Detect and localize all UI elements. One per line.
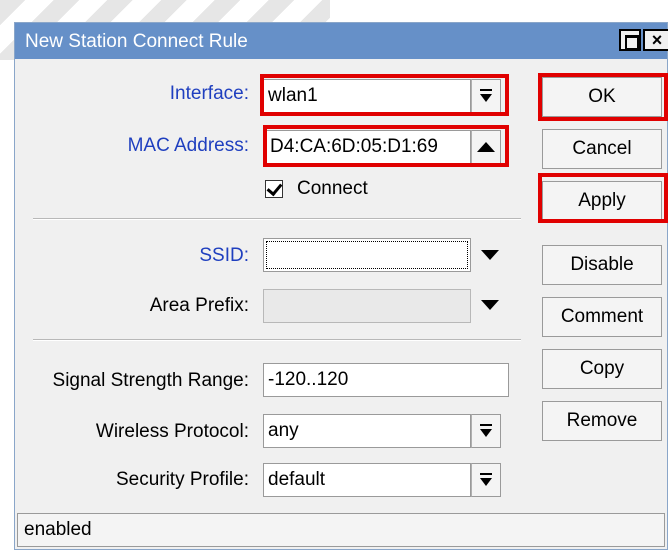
ok-highlight <box>538 73 668 121</box>
dropdown-icon <box>480 473 492 487</box>
security-profile-label: Security Profile: <box>115 469 249 490</box>
cancel-button[interactable]: Cancel <box>542 129 662 169</box>
dialog-window: New Station Connect Rule × Interface: wl… <box>14 22 668 550</box>
comment-button[interactable]: Comment <box>542 297 662 337</box>
ssid-label: SSID: <box>199 245 249 266</box>
mac-address-label: MAC Address: <box>127 135 249 156</box>
signal-strength-range-field[interactable]: -120..120 <box>263 363 509 397</box>
wireless-protocol-dropdown-button[interactable] <box>471 414 501 448</box>
mac-address-highlight <box>263 125 509 167</box>
window-title: New Station Connect Rule <box>25 31 248 52</box>
interface-highlight <box>260 74 509 116</box>
apply-highlight <box>538 173 668 223</box>
security-profile-field[interactable]: default <box>263 463 471 497</box>
divider <box>33 339 521 341</box>
title-bar[interactable]: New Station Connect Rule × <box>15 23 668 59</box>
connect-label: Connect <box>297 178 368 199</box>
signal-strength-range-label: Signal Strength Range: <box>52 370 249 391</box>
wireless-protocol-field[interactable]: any <box>263 414 471 448</box>
disable-button[interactable]: Disable <box>542 245 662 285</box>
security-profile-dropdown-button[interactable] <box>471 463 501 497</box>
area-prefix-label: Area Prefix: <box>149 295 249 316</box>
area-prefix-field[interactable] <box>263 289 471 323</box>
divider <box>33 218 521 220</box>
close-icon[interactable]: × <box>643 29 668 51</box>
dropdown-icon <box>480 424 492 438</box>
ssid-dropdown-arrow-icon[interactable] <box>481 250 499 260</box>
ssid-field[interactable] <box>263 238 471 272</box>
copy-button[interactable]: Copy <box>542 349 662 389</box>
connect-checkbox[interactable] <box>265 180 283 198</box>
maximize-icon[interactable] <box>619 29 641 51</box>
remove-button[interactable]: Remove <box>542 401 662 441</box>
status-bar: enabled <box>17 513 665 547</box>
status-text: enabled <box>24 519 92 540</box>
area-prefix-dropdown-arrow-icon[interactable] <box>481 300 499 310</box>
wireless-protocol-label: Wireless Protocol: <box>95 421 249 442</box>
interface-label: Interface: <box>169 83 249 104</box>
